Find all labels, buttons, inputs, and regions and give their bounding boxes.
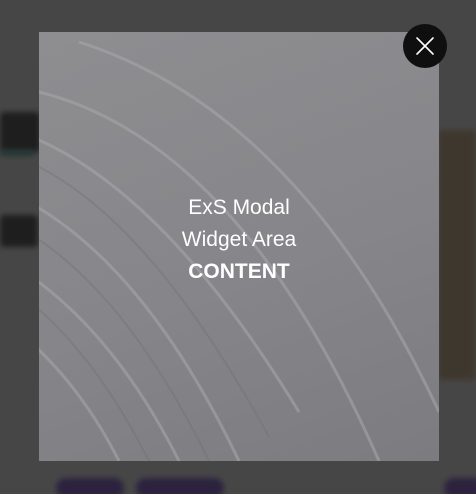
modal-content-label: CONTENT [188,260,290,283]
close-icon [416,37,434,55]
modal-subheading: Widget Area [181,228,297,251]
modal-content-text: ExS Modal Widget Area CONTENT [39,192,439,288]
modal-widget-area: ExS Modal Widget Area CONTENT [39,32,439,461]
modal-heading: ExS Modal [188,196,290,219]
close-button[interactable] [403,24,447,68]
